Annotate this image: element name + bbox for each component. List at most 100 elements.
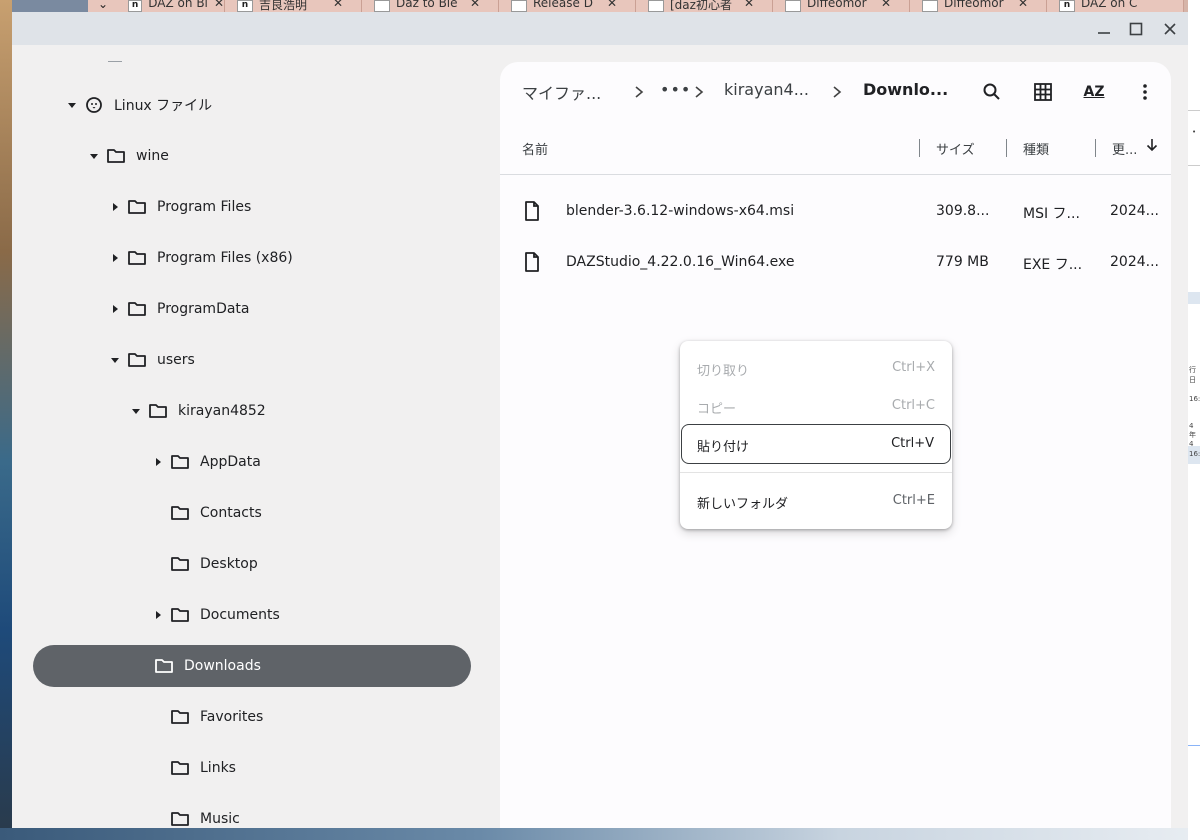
tree-item-contacts[interactable]: Contacts <box>150 492 262 534</box>
tree-item-program-files[interactable]: Program Files <box>107 186 251 228</box>
tree-item-downloads[interactable]: Downloads <box>33 645 471 687</box>
browser-tab[interactable]: n 吉良浩明 ✕ <box>225 0 362 12</box>
tree-item-label: Documents <box>200 607 280 623</box>
tab-favicon <box>785 0 801 12</box>
tab-close-icon[interactable]: ✕ <box>214 0 224 10</box>
tree-item-music[interactable]: Music <box>150 798 240 828</box>
file-name: DAZStudio_4.22.0.16_Win64.exe <box>566 254 795 270</box>
expand-arrow-icon[interactable] <box>107 352 123 368</box>
browser-tab[interactable]: Diffeomor ✕ <box>910 0 1047 12</box>
tab-title: [daz初心者 <box>670 0 732 12</box>
tree-item-label: Program Files <box>157 199 252 215</box>
more-options-button[interactable] <box>1131 78 1159 106</box>
column-type[interactable]: 種類 <box>1023 139 1049 158</box>
tree-item-label: ProgramData <box>157 301 250 317</box>
menu-divider <box>680 472 952 473</box>
sliver-text: 16: <box>1189 450 1200 458</box>
collapse-arrow-icon[interactable] <box>107 301 123 317</box>
tree-item-label: wine <box>136 148 169 164</box>
browser-tab[interactable]: Diffeomor ✕ <box>773 0 910 12</box>
menu-item-shortcut: Ctrl+C <box>891 398 935 413</box>
minimize-icon <box>1098 32 1110 34</box>
tree-item-kirayan4852[interactable]: kirayan4852 <box>128 390 266 432</box>
tree-item-label: Links <box>200 760 236 776</box>
tab-favicon <box>374 0 390 12</box>
collapse-arrow-icon[interactable] <box>107 199 123 215</box>
tree-item-label: users <box>157 352 195 368</box>
tab-favicon: n <box>1059 0 1075 12</box>
grid-view-button[interactable] <box>1029 78 1057 106</box>
menu-item-shortcut: Ctrl+X <box>892 360 935 375</box>
tab-close-icon[interactable]: ✕ <box>333 0 343 10</box>
tree-item-label: AppData <box>200 454 261 470</box>
sliver-text: 4年4 <box>1189 422 1196 448</box>
tree-item-desktop[interactable]: Desktop <box>150 543 258 585</box>
collapse-arrow-icon[interactable] <box>107 250 123 266</box>
breadcrumb-my-files[interactable]: マイファ... <box>522 80 601 104</box>
tree-item-appdata[interactable]: AppData <box>150 441 261 483</box>
column-header-row: 名前 サイズ 種類 更... <box>500 136 1171 176</box>
file-name: blender-3.6.12-windows-x64.msi <box>566 203 795 219</box>
menu-item-cut[interactable]: 切り取り Ctrl+X <box>680 349 952 387</box>
tree-item-documents[interactable]: Documents <box>150 594 280 636</box>
tree-item-label: Contacts <box>200 505 262 521</box>
tab-close-icon[interactable]: ✕ <box>1018 0 1028 10</box>
browser-tab[interactable]: n DAZ on C <box>1047 0 1184 12</box>
sort-button[interactable]: AZ <box>1080 78 1108 106</box>
tab-search-chevron-icon[interactable]: ⌄ <box>88 0 118 12</box>
tab-title: Release D <box>533 0 593 10</box>
tab-close-icon[interactable]: ✕ <box>881 0 891 10</box>
files-app-window: Linux ファイル wine Program Files Program Fi… <box>12 12 1188 828</box>
tree-item-label: kirayan4852 <box>178 403 266 419</box>
collapse-arrow-icon[interactable] <box>150 607 166 623</box>
breadcrumb-separator-icon <box>634 84 644 103</box>
tree-item-program-files-x86[interactable]: Program Files (x86) <box>107 237 293 279</box>
tree-scroll-hint <box>108 61 122 62</box>
column-divider[interactable] <box>1095 139 1096 157</box>
folder-icon <box>170 554 190 574</box>
menu-item-new-folder[interactable]: 新しいフォルダ Ctrl+E <box>680 482 952 520</box>
menu-item-paste[interactable]: 貼り付け Ctrl+V <box>681 424 953 464</box>
column-size[interactable]: サイズ <box>936 139 975 158</box>
expand-arrow-icon[interactable] <box>86 148 102 164</box>
column-modified[interactable]: 更... <box>1112 139 1137 158</box>
tab-close-icon[interactable]: ✕ <box>470 0 480 10</box>
sliver-line <box>1188 745 1200 746</box>
browser-tab[interactable]: Release D ✕ <box>499 0 636 12</box>
file-size: 309.8... <box>936 203 990 219</box>
file-icon <box>524 252 540 276</box>
column-divider[interactable] <box>1006 139 1007 157</box>
breadcrumb-current-downloads[interactable]: Downlo... <box>863 80 948 99</box>
breadcrumb-overflow[interactable]: ••• <box>660 80 691 99</box>
minimize-button[interactable] <box>1092 18 1116 40</box>
sort-descending-icon[interactable] <box>1146 138 1158 156</box>
expand-arrow-icon[interactable] <box>64 97 80 113</box>
browser-tab[interactable]: Daz to Ble ✕ <box>362 0 499 12</box>
tree-item-linux-files[interactable]: Linux ファイル <box>64 84 212 126</box>
column-name[interactable]: 名前 <box>522 139 548 158</box>
expand-arrow-icon[interactable] <box>128 403 144 419</box>
column-divider[interactable] <box>919 139 920 157</box>
maximize-icon <box>1129 22 1143 36</box>
tree-item-wine[interactable]: wine <box>86 135 169 177</box>
tree-item-favorites[interactable]: Favorites <box>150 696 263 738</box>
tab-close-icon[interactable]: ✕ <box>607 0 617 10</box>
search-button[interactable] <box>978 78 1006 106</box>
tree-item-programdata[interactable]: ProgramData <box>107 288 250 330</box>
grid-view-icon <box>1034 83 1052 101</box>
file-row[interactable]: blender-3.6.12-windows-x64.msi 309.8... … <box>500 188 1171 234</box>
window-titlebar[interactable] <box>12 12 1188 45</box>
breadcrumb-kirayan[interactable]: kirayan4... <box>724 80 809 99</box>
tree-item-users[interactable]: users <box>107 339 195 381</box>
folder-icon <box>127 299 147 319</box>
tree-item-links[interactable]: Links <box>150 747 236 789</box>
file-row[interactable]: DAZStudio_4.22.0.16_Win64.exe 779 MB EXE… <box>500 239 1171 285</box>
close-button[interactable] <box>1158 18 1182 40</box>
browser-tab[interactable]: [daz初心者 ✕ <box>636 0 773 12</box>
collapse-arrow-icon[interactable] <box>150 454 166 470</box>
menu-item-copy[interactable]: コピー Ctrl+C <box>680 387 952 425</box>
tab-title: Daz to Ble <box>396 0 458 10</box>
maximize-button[interactable] <box>1124 18 1148 40</box>
tab-close-icon[interactable]: ✕ <box>744 0 754 10</box>
search-icon <box>983 83 1000 100</box>
